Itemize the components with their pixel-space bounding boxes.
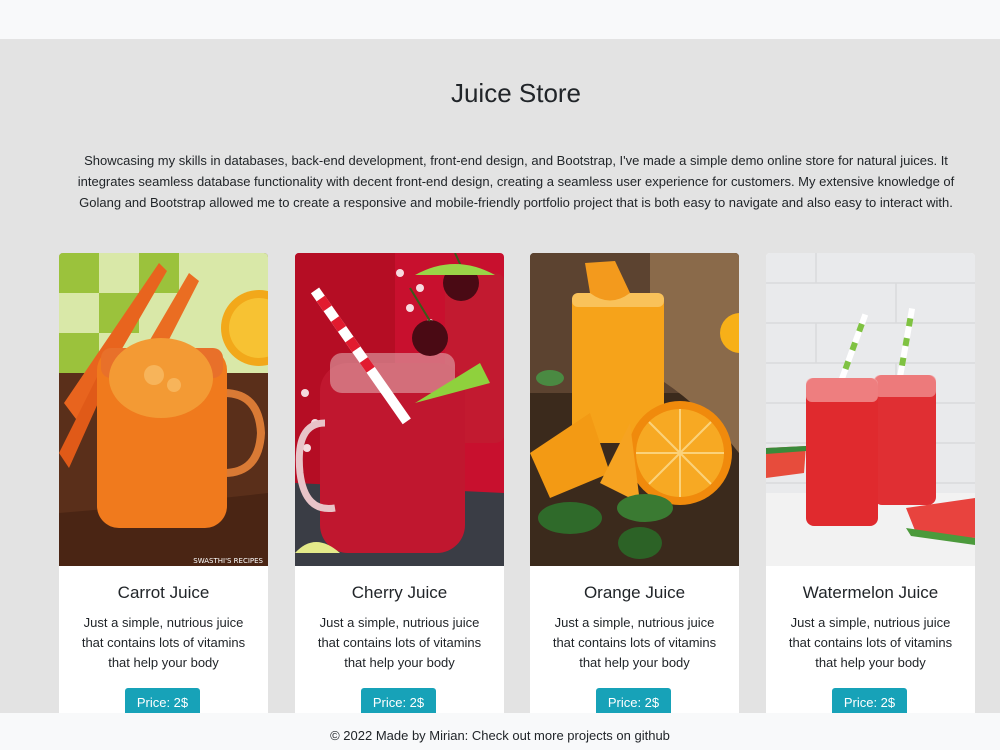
- product-name: Orange Juice: [583, 583, 686, 602]
- page-description: Showcasing my skills in databases, back-…: [77, 153, 955, 210]
- page-title: Juice Store: [450, 78, 582, 108]
- orange-juice-image: [530, 253, 739, 566]
- product-name: Carrot Juice: [117, 583, 210, 602]
- footer: © 2022 Made by Mirian: Check out more pr…: [0, 713, 1000, 750]
- product-card-carrot: SWASTHI'S RECIPES Carrot Juice Just a si…: [59, 253, 268, 723]
- product-name: Cherry Juice: [351, 583, 448, 602]
- product-card-watermelon: Watermelon Juice Just a simple, nutrious…: [766, 253, 975, 723]
- product-name: Watermelon Juice: [802, 583, 939, 602]
- top-navbar: [0, 0, 1000, 39]
- product-description: Just a simple, nutrious juice that conta…: [552, 615, 717, 670]
- product-card-orange: Orange Juice Just a simple, nutrious jui…: [530, 253, 739, 723]
- watermelon-juice-image: [766, 253, 975, 566]
- product-card-cherry: Cherry Juice Just a simple, nutrious jui…: [295, 253, 504, 723]
- footer-text[interactable]: © 2022 Made by Mirian: Check out more pr…: [330, 728, 670, 743]
- product-description: Just a simple, nutrious juice that conta…: [788, 615, 953, 670]
- product-description: Just a simple, nutrious juice that conta…: [317, 615, 482, 670]
- product-description: Just a simple, nutrious juice that conta…: [81, 615, 246, 670]
- cherry-juice-image: [295, 253, 504, 566]
- image-watermark: SWASTHI'S RECIPES: [193, 557, 263, 565]
- carrot-juice-image: SWASTHI'S RECIPES: [59, 253, 268, 566]
